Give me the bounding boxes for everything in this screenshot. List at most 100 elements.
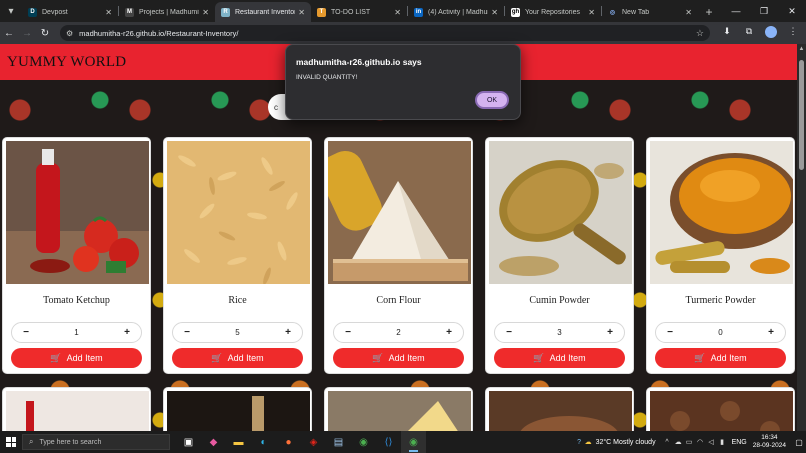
alert-dialog: madhumitha-r26.github.io says INVALID QU… [285,44,521,120]
inventory-card-partial [485,387,634,431]
decrement-button[interactable]: − [495,327,523,338]
close-tab-icon[interactable]: ✕ [588,8,595,17]
downloads-icon[interactable]: ⬇ [716,26,738,40]
inventory-card: Tomato Ketchup − 1 + 🛒 Add Item [2,137,151,374]
close-tab-icon[interactable]: ✕ [685,8,692,17]
cart-icon: 🛒 [211,352,223,363]
wifi-icon[interactable]: ◠ [695,438,706,446]
inventory-card-partial [163,387,312,431]
increment-button[interactable]: + [274,327,302,338]
linkedin-favicon-icon: in [414,7,423,17]
dialog-message: INVALID QUANTITY! [296,74,358,81]
close-tab-icon[interactable]: ✕ [202,8,209,17]
notepad-icon[interactable]: ▤ [326,431,351,453]
tab-title: Your Repositories [525,8,580,16]
extensions-icon[interactable]: ⧉ [738,26,760,40]
acrobat-icon[interactable]: ◈ [301,431,326,453]
ok-button[interactable]: OK [475,91,509,109]
quantity-value[interactable]: 0 [684,328,757,337]
tab-new-tab[interactable]: ◎ New Tab ✕ [602,2,698,22]
increment-button[interactable]: + [435,327,463,338]
new-tab-button[interactable]: + [698,2,720,22]
battery-icon[interactable]: ▮ [717,438,728,446]
quantity-value[interactable]: 5 [201,328,274,337]
increment-button[interactable]: + [757,327,785,338]
chevron-up-icon[interactable]: ^ [662,439,673,446]
tomato-ketchup-image [6,141,149,284]
cart-icon: 🛒 [50,352,62,363]
tab-restaurant-inventory[interactable]: R Restaurant Inventory ✕ [215,2,311,22]
decrement-button[interactable]: − [334,327,362,338]
quantity-value[interactable]: 2 [362,328,435,337]
add-item-button[interactable]: 🛒 Add Item [655,348,786,368]
increment-button[interactable]: + [596,327,624,338]
decrement-button[interactable]: − [656,327,684,338]
chrome-favicon-icon: ◎ [609,9,616,16]
weather-text[interactable]: 32°C Mostly cloudy [596,439,656,446]
taskbar-search-input[interactable]: ⌕ Type here to search [22,434,170,450]
forward-icon[interactable]: → [18,28,36,39]
close-window-icon[interactable]: ✕ [778,0,806,22]
add-item-button[interactable]: 🛒 Add Item [333,348,464,368]
clock-time: 16:34 [761,434,778,441]
chrome-icon[interactable]: ◉ [351,431,376,453]
tab-devpost[interactable]: D Devpost ✕ [22,2,118,22]
bookmark-star-icon[interactable]: ☆ [696,28,704,39]
projects-favicon-icon: M [125,7,134,17]
close-tab-icon[interactable]: ✕ [105,8,112,17]
task-view-icon[interactable]: ▣ [176,431,201,453]
weather-icon[interactable]: ☁ [585,438,592,446]
brand-logo[interactable]: YUMMY WORLD [7,54,126,71]
minimize-icon[interactable]: — [722,0,750,22]
page-scrollbar[interactable]: ▲ [797,44,806,431]
close-tab-icon[interactable]: ✕ [298,8,305,17]
tab-your-repositories[interactable]: gh Your Repositories ✕ [505,2,601,22]
add-item-button[interactable]: 🛒 Add Item [494,348,625,368]
tab-linkedin-activity[interactable]: in (4) Activity | Madhumitha ✕ [408,2,504,22]
add-item-label: Add Item [227,353,264,363]
address-bar[interactable]: ⚙ madhumitha-r26.github.io/Restaurant-In… [60,25,710,41]
vscode-icon[interactable]: ⟨⟩ [376,431,401,453]
notifications-icon[interactable]: ▢ [792,431,806,453]
windows-logo-icon [6,437,16,447]
onedrive-icon[interactable]: ☁ [673,438,684,446]
firefox-icon[interactable]: ● [276,431,301,453]
decrement-button[interactable]: − [173,327,201,338]
tab-search-icon[interactable]: ▾ [0,0,22,22]
restore-icon[interactable]: ❐ [750,0,778,22]
coffee-beans-image [650,391,793,431]
url-text[interactable]: madhumitha-r26.github.io/Restaurant-Inve… [79,29,696,38]
copilot-icon[interactable]: ◆ [201,431,226,453]
profile-avatar[interactable] [760,26,782,40]
decrement-button[interactable]: − [12,327,40,338]
cart-icon: 🛒 [372,352,384,363]
add-item-button[interactable]: 🛒 Add Item [172,348,303,368]
language-indicator[interactable]: ENG [732,439,747,446]
add-item-label: Add Item [549,353,586,363]
inventory-card: Cumin Powder − 3 + 🛒 Add Item [485,137,634,374]
tab-projects[interactable]: M Projects | Madhumitha ✕ [119,2,215,22]
quantity-value[interactable]: 1 [40,328,113,337]
scrollbar-thumb[interactable] [799,60,804,170]
close-tab-icon[interactable]: ✕ [394,8,401,17]
clock[interactable]: 16:34 28-09-2024 [753,434,786,450]
quantity-value[interactable]: 3 [523,328,596,337]
add-item-button[interactable]: 🛒 Add Item [11,348,142,368]
file-explorer-icon[interactable]: ▬ [226,431,251,453]
scroll-up-icon[interactable]: ▲ [797,46,806,52]
item-name: Cumin Powder [529,295,590,306]
cocoa-image [489,391,632,431]
volume-icon[interactable]: ◁ [706,438,717,446]
edge-icon[interactable]: ◐ [251,431,276,453]
close-tab-icon[interactable]: ✕ [491,8,498,17]
reload-icon[interactable]: ↻ [36,28,54,39]
increment-button[interactable]: + [113,327,141,338]
network-icon[interactable]: ▭ [684,438,695,446]
help-icon[interactable]: ? [574,439,585,446]
start-button[interactable] [0,431,22,453]
site-info-icon[interactable]: ⚙ [66,29,73,38]
menu-kebab-icon[interactable]: ⋮ [782,26,804,40]
chrome-active-icon[interactable]: ◉ [401,431,426,453]
tab-todo-list[interactable]: T TO-DO LIST ✕ [311,2,407,22]
back-icon[interactable]: ← [0,28,18,39]
